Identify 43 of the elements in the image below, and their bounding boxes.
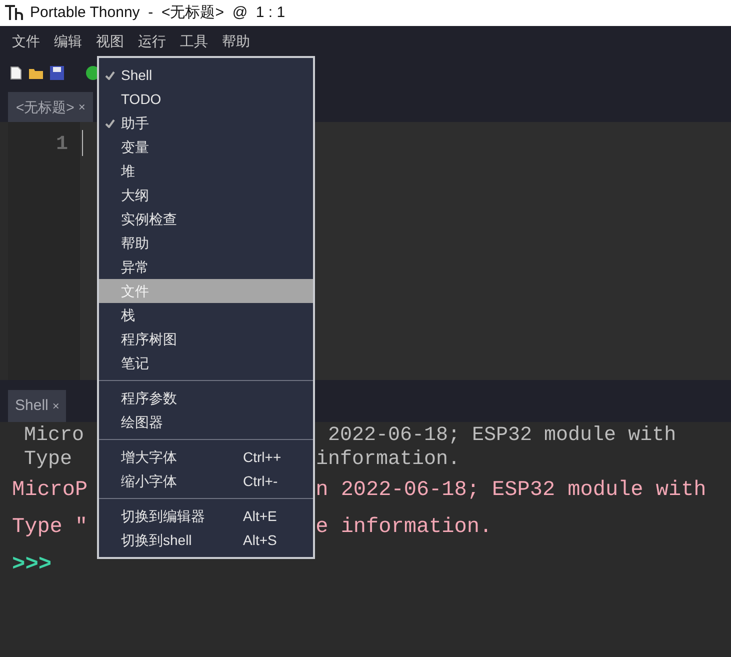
menu-option[interactable]: TODO	[99, 87, 313, 111]
menu-option[interactable]: 堆	[99, 159, 313, 183]
shell-text: 2022-06-18; ESP32 module with	[328, 426, 676, 446]
shell-text: >>>	[12, 554, 52, 576]
shell-text: Type	[24, 450, 72, 470]
window-title: Portable Thonny - <无标题> @ 1 : 1	[30, 2, 286, 23]
shell-text: n 2022-06-18; ESP32 module with	[316, 480, 706, 501]
close-icon[interactable]: ×	[78, 98, 86, 116]
shell-tab[interactable]: Shell ×	[8, 390, 66, 422]
editor-tab[interactable]: <无标题> ×	[8, 92, 94, 122]
menu-option[interactable]: 异常	[99, 255, 313, 279]
menu-item[interactable]: 帮助	[222, 30, 250, 52]
shell-text: Micro	[24, 426, 84, 446]
menu-option[interactable]: 笔记	[99, 351, 313, 375]
folder-icon[interactable]	[28, 66, 44, 80]
menu-item[interactable]: 文件	[12, 30, 40, 52]
menu-option[interactable]: 帮助	[99, 231, 313, 255]
shell-text: information.	[316, 450, 460, 470]
menu-item[interactable]: 视图	[96, 30, 124, 52]
menu-option[interactable]: 切换到编辑器 Alt+E	[99, 504, 313, 528]
line-number: 1	[56, 132, 69, 158]
menu-item[interactable]: 工具	[180, 30, 208, 52]
shell-text: e information.	[316, 517, 492, 538]
menu-option[interactable]: 实例检查	[99, 207, 313, 231]
menu-option[interactable]: 栈	[99, 303, 313, 327]
save-icon[interactable]	[50, 66, 64, 80]
menu-item[interactable]: 运行	[138, 30, 166, 52]
menu-option[interactable]: 缩小字体 Ctrl+-	[99, 469, 313, 493]
menu-option[interactable]: 大纲	[99, 183, 313, 207]
tab-label: Shell	[15, 396, 48, 416]
menu-item[interactable]: 编辑	[54, 30, 82, 52]
menu-option[interactable]: 程序参数	[99, 386, 313, 410]
shell-text: MicroP	[12, 480, 88, 501]
menu-option[interactable]: 切换到shell Alt+S	[99, 528, 313, 552]
app-logo-icon	[4, 4, 24, 22]
menu-option[interactable]: 增大字体 Ctrl++	[99, 445, 313, 469]
menu-option[interactable]: 变量	[99, 135, 313, 159]
menu-option[interactable]: 程序树图	[99, 327, 313, 351]
new-file-icon[interactable]	[10, 66, 22, 80]
shell-text: Type "	[12, 517, 88, 538]
tab-label: <无标题>	[16, 98, 74, 116]
menu-option[interactable]: 助手	[99, 111, 313, 135]
close-icon[interactable]: ×	[52, 397, 60, 415]
